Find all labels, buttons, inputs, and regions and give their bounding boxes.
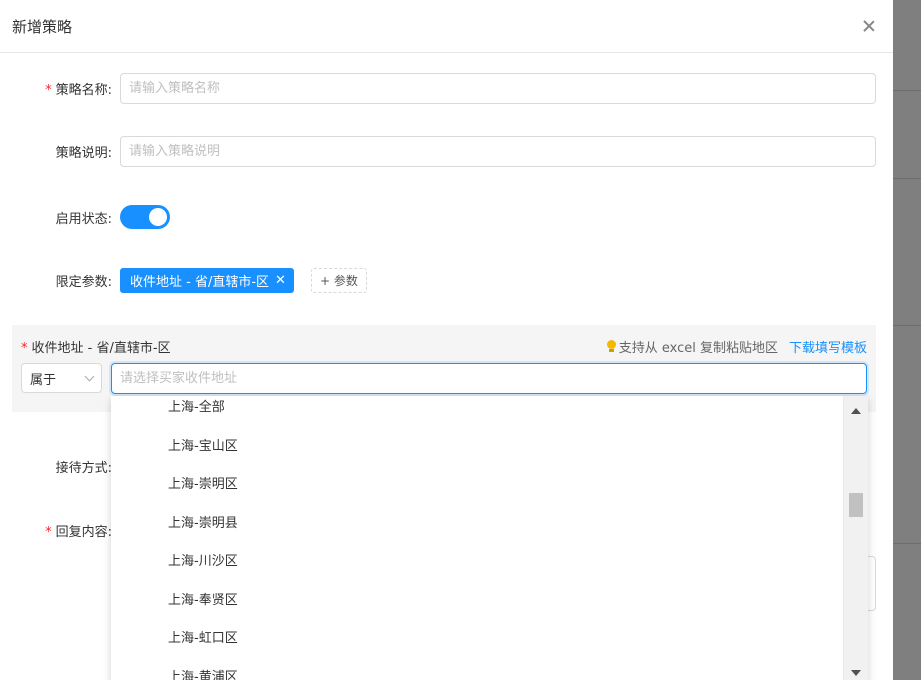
list-item[interactable]: 上海-宝山区 [111,428,841,467]
add-param-button[interactable]: + 参数 [311,268,367,293]
form-row-description: 策略说明: [0,136,893,167]
strategy-name-input[interactable] [120,73,876,104]
required-mark: * [45,524,52,540]
reply-label: * 回复内容: [45,524,112,540]
tag-close-icon[interactable]: ✕ [275,273,286,288]
list-item[interactable]: 上海-全部 [111,396,841,428]
operator-value: 属于 [30,372,57,388]
list-item[interactable]: 上海-川沙区 [111,543,841,582]
name-label: * 策略名称: [45,83,112,98]
list-item[interactable]: 上海-奉贤区 [111,582,841,621]
list-item[interactable]: 上海-黄浦区 [111,659,841,680]
modal-header: 新增策略 [0,0,893,53]
description-label: 策略说明: [55,146,112,161]
params-label: 限定参数: [55,275,112,290]
toggle-knob [149,208,167,226]
operator-select[interactable]: 属于 [21,363,102,393]
backdrop-divider [893,543,921,544]
lightbulb-icon [606,340,616,353]
dropdown-list: 上海-全部 上海-宝山区 上海-崇明区 上海-崇明县 上海-川沙区 上海-奉贤区… [111,396,841,680]
backdrop-divider [893,325,921,326]
status-toggle[interactable] [120,205,170,229]
reception-label: 接待方式: [55,460,112,476]
scroll-down-icon[interactable] [851,670,861,676]
param-tag-label: 收件地址 - 省/直辖市-区 [130,275,270,290]
list-item[interactable]: 上海-虹口区 [111,620,841,659]
add-strategy-modal: 新增策略 *策略名称: 策略说明: 启用状态: 限定参数: 收件地址 - 省/直… [0,0,893,680]
form-row-params: 限定参数: 收件地址 - 省/直辖市-区 ✕ + 参数 [0,268,893,293]
address-dropdown: 上海-全部 上海-宝山区 上海-崇明区 上海-崇明县 上海-川沙区 上海-奉贤区… [111,396,868,680]
param-tag: 收件地址 - 省/直辖市-区 ✕ [120,268,294,293]
address-select-input[interactable] [111,363,867,394]
condition-label: * 收件地址 - 省/直辖市-区 [21,341,171,356]
required-mark: * [45,83,52,98]
form-row-name: * 策略名称: [0,73,893,104]
scroll-up-icon[interactable] [851,408,861,414]
dropdown-scrollbar[interactable] [843,396,868,680]
backdrop-divider [893,178,921,179]
paste-tip: 支持从 excel 复制粘贴地区 [606,337,778,356]
download-template-link[interactable]: 下载填写模板 [789,337,867,356]
list-item[interactable]: 上海-崇明区 [111,466,841,505]
required-mark: * [21,341,28,356]
backdrop-divider [893,90,921,91]
status-label: 启用状态: [55,211,112,227]
strategy-description-input[interactable] [120,136,876,167]
chevron-down-icon [84,371,95,381]
list-item[interactable]: 上海-崇明县 [111,505,841,544]
scroll-thumb[interactable] [849,493,863,517]
modal-title: 新增策略 [12,17,73,36]
form-row-status: 启用状态: [0,205,893,229]
modal-backdrop[interactable] [893,0,921,680]
close-icon[interactable] [861,18,877,34]
